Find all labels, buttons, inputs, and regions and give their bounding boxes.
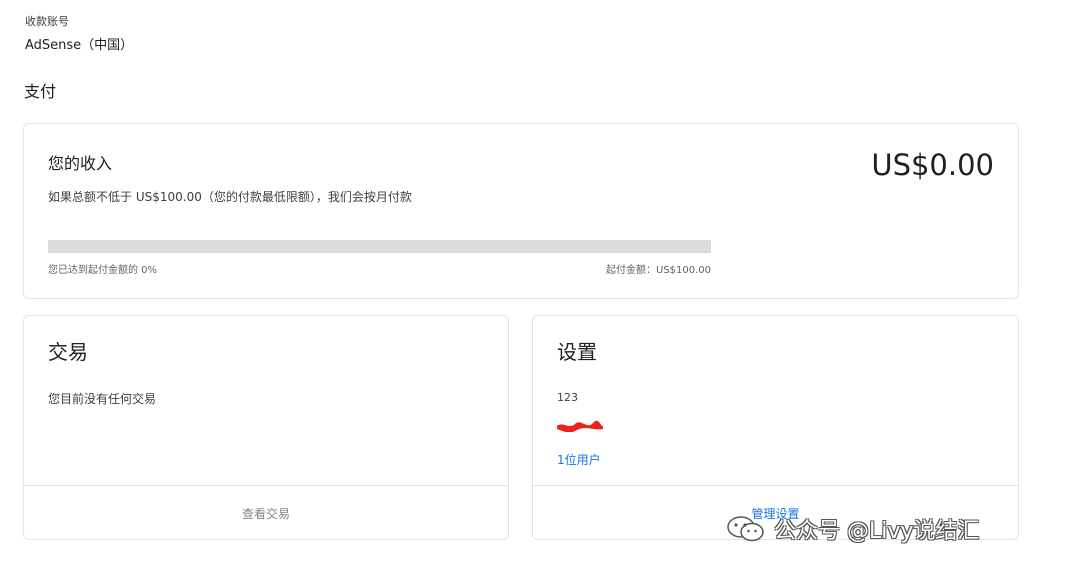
income-description: 如果总额不低于 US$100.00（您的付款最低限额），我们会按月付款: [48, 190, 412, 204]
section-title: 支付: [24, 82, 57, 101]
income-title: 您的收入: [48, 154, 113, 173]
redaction-scribble: [557, 420, 603, 432]
settings-card: 设置 123 1位用户 管理设置: [532, 315, 1019, 540]
settings-title: 设置: [557, 340, 597, 364]
transactions-card: 交易 您目前没有任何交易 查看交易: [23, 315, 509, 540]
watermark-text: 公众号 @Livy说结汇: [774, 519, 980, 544]
watermark: 公众号 @Livy说结汇: [726, 508, 979, 550]
payments-page: 收款账号 AdSense（中国） 支付 您的收入 如果总额不低于 US$100.…: [0, 0, 1080, 577]
settings-value: 123: [557, 391, 578, 404]
progress-threshold-text: 起付金额：US$100.00: [605, 265, 711, 276]
account-label: 收款账号: [25, 15, 69, 28]
transactions-empty-text: 您目前没有任何交易: [48, 392, 157, 406]
payment-threshold-progress-bar: [48, 240, 711, 253]
users-link[interactable]: 1位用户: [557, 451, 601, 468]
wechat-icon: [727, 516, 764, 542]
income-card: 您的收入 如果总额不低于 US$100.00（您的付款最低限额），我们会按月付款…: [23, 123, 1019, 299]
account-name: AdSense（中国）: [25, 38, 134, 53]
view-transactions-button[interactable]: 查看交易: [24, 486, 508, 540]
income-amount: US$0.00: [871, 148, 994, 182]
transactions-title: 交易: [48, 340, 88, 364]
